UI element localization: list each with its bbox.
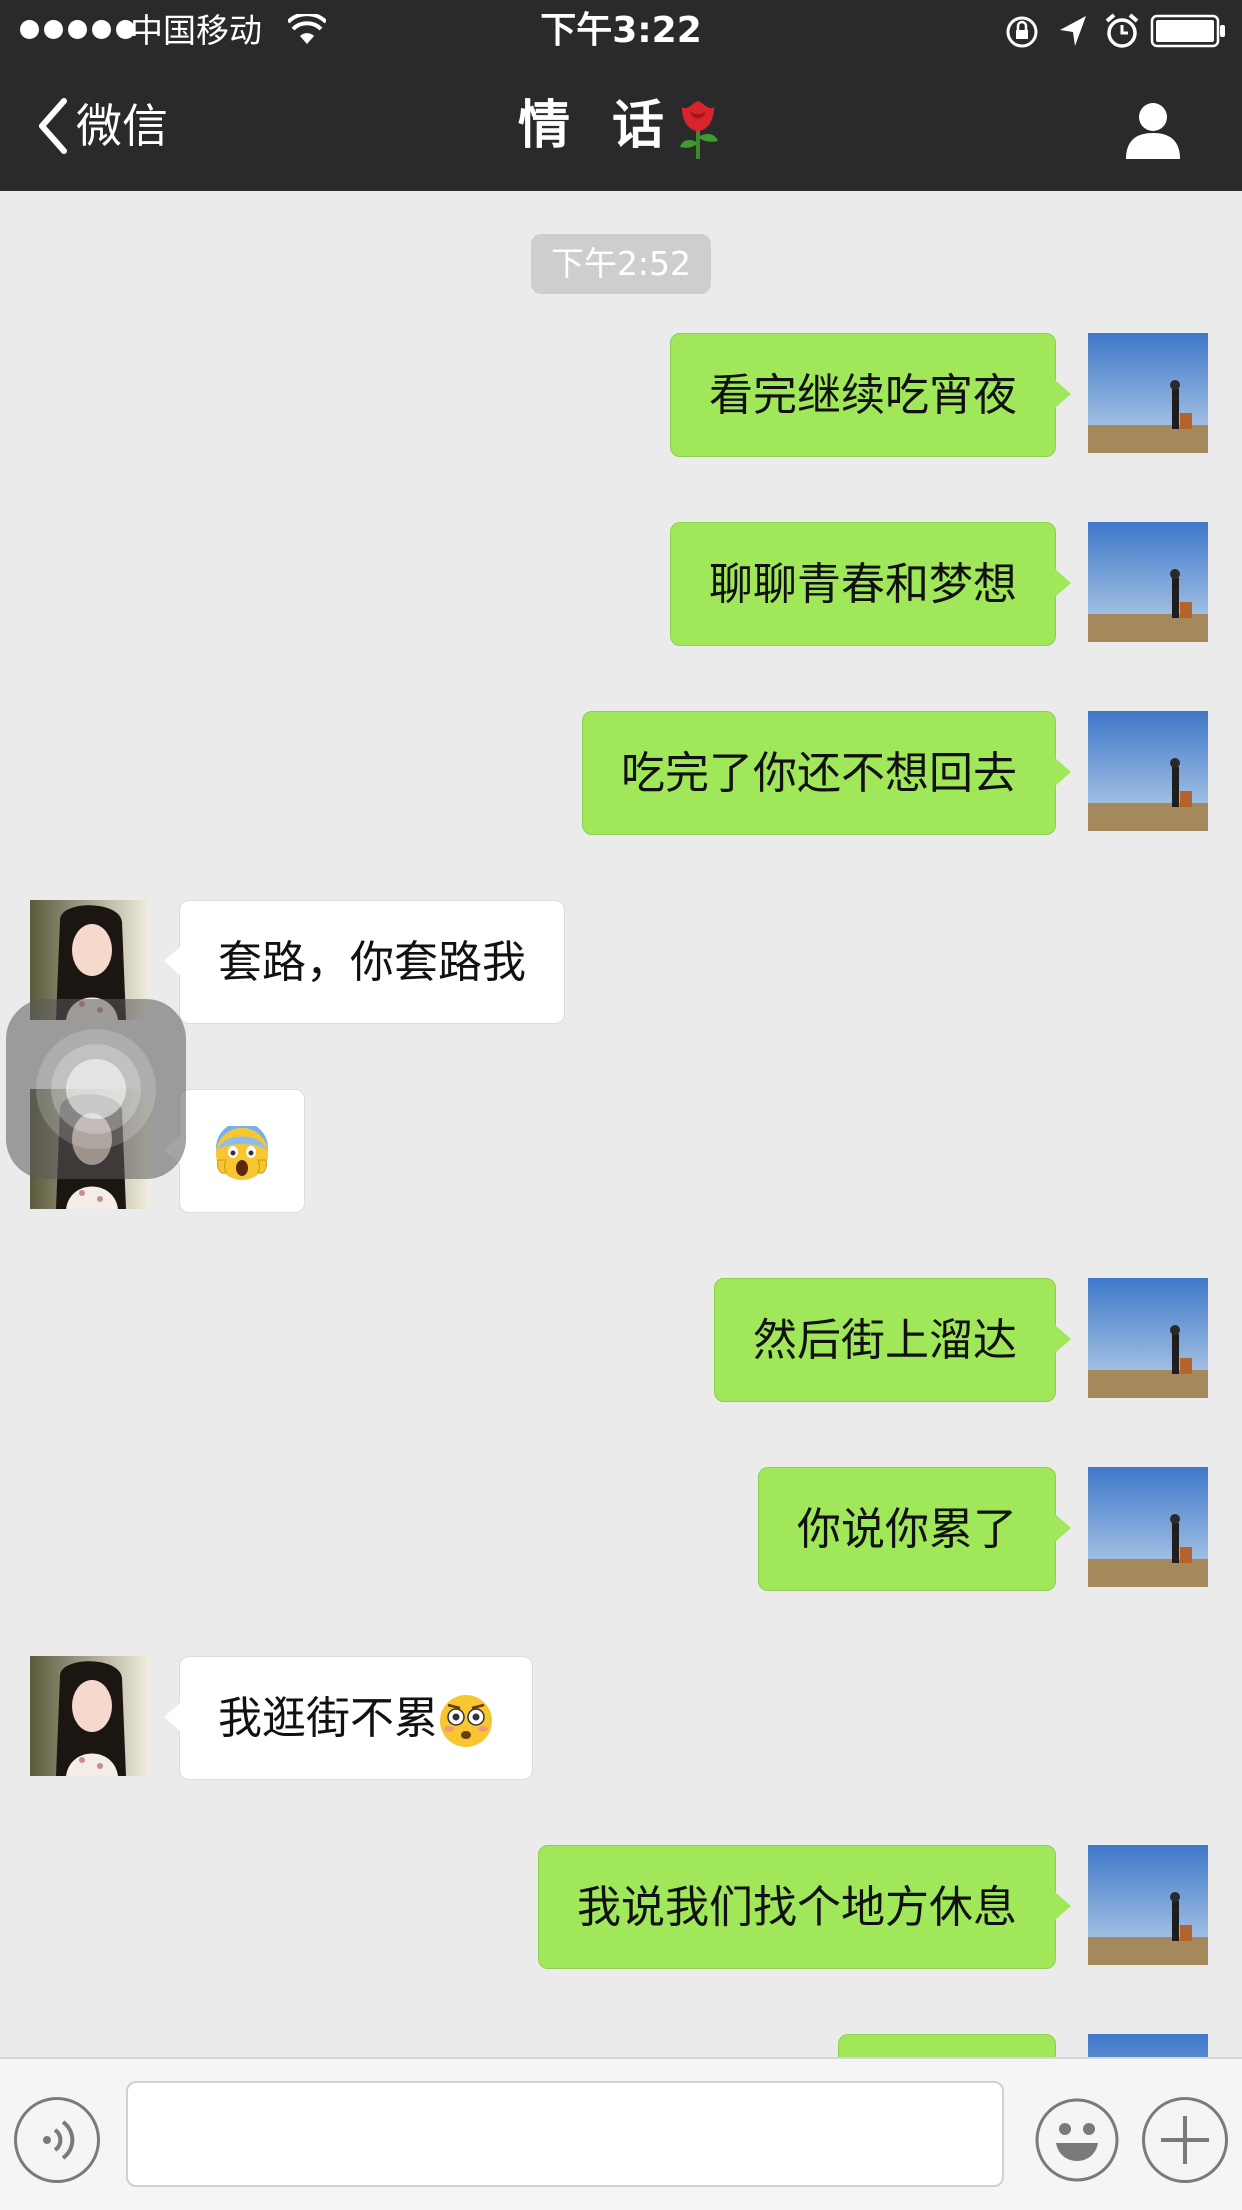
message-bubble-sent[interactable] <box>838 2034 1056 2057</box>
message-timestamp: 下午2:52 <box>531 234 711 294</box>
my-avatar[interactable] <box>1088 333 1208 453</box>
message-bubble-sent[interactable]: 吃完了你还不想回去 <box>582 711 1071 835</box>
scream-emoji-icon <box>216 1126 268 1180</box>
message-input[interactable] <box>126 2081 1004 2187</box>
message-bubble-sent[interactable]: 我说我们找个地方休息 <box>538 1845 1071 1969</box>
my-avatar[interactable] <box>1088 1845 1208 1965</box>
chat-title-text: 情 话 <box>517 96 677 156</box>
status-bar: 中国移动 下午3:22 <box>0 0 1242 63</box>
navigation-bar: 微信 情 话 <box>0 63 1242 191</box>
voice-icon <box>43 2120 75 2160</box>
contact-avatar[interactable] <box>30 1656 150 1776</box>
plus-button[interactable] <box>1142 2097 1228 2183</box>
plus-icon <box>1161 2116 1209 2164</box>
message-bubble-received[interactable]: 套路，你套路我 <box>164 900 565 1024</box>
chat-title: 情 话 <box>0 93 1242 161</box>
rose-icon <box>680 101 719 159</box>
assistive-touch-button[interactable] <box>6 999 186 1179</box>
location-arrow-icon <box>1060 16 1086 46</box>
input-bar <box>0 2057 1242 2210</box>
emoji-face-icon[interactable] <box>1034 2097 1120 2183</box>
my-avatar[interactable] <box>1088 1467 1208 1587</box>
voice-button[interactable] <box>14 2097 100 2183</box>
message-bubble-sent[interactable]: 然后街上溜达 <box>714 1278 1071 1402</box>
my-avatar[interactable] <box>1088 2034 1208 2057</box>
flushed-emoji-icon <box>440 1695 492 1747</box>
battery-icon <box>1150 14 1225 48</box>
alarm-clock-icon <box>1105 13 1139 48</box>
message-bubble-sent[interactable]: 聊聊青春和梦想 <box>670 522 1071 646</box>
my-avatar[interactable] <box>1088 711 1208 831</box>
my-avatar[interactable] <box>1088 522 1208 642</box>
my-avatar[interactable] <box>1088 1278 1208 1398</box>
message-bubble-received[interactable]: 我逛街不累 <box>164 1656 533 1780</box>
message-bubble-received[interactable] <box>164 1089 305 1213</box>
chat-area[interactable]: 下午2:52 看完继续吃宵夜 聊聊青春和梦想 吃完了你还不想回去 套路，你套路我 <box>0 191 1242 2057</box>
status-time: 下午3:22 <box>540 10 702 51</box>
person-icon[interactable] <box>1120 97 1186 163</box>
message-bubble-sent[interactable]: 看完继续吃宵夜 <box>670 333 1071 457</box>
orientation-lock-icon <box>1006 16 1038 48</box>
message-text: 我逛街不累 <box>218 1693 438 1744</box>
message-bubble-sent[interactable]: 你说你累了 <box>758 1467 1071 1591</box>
